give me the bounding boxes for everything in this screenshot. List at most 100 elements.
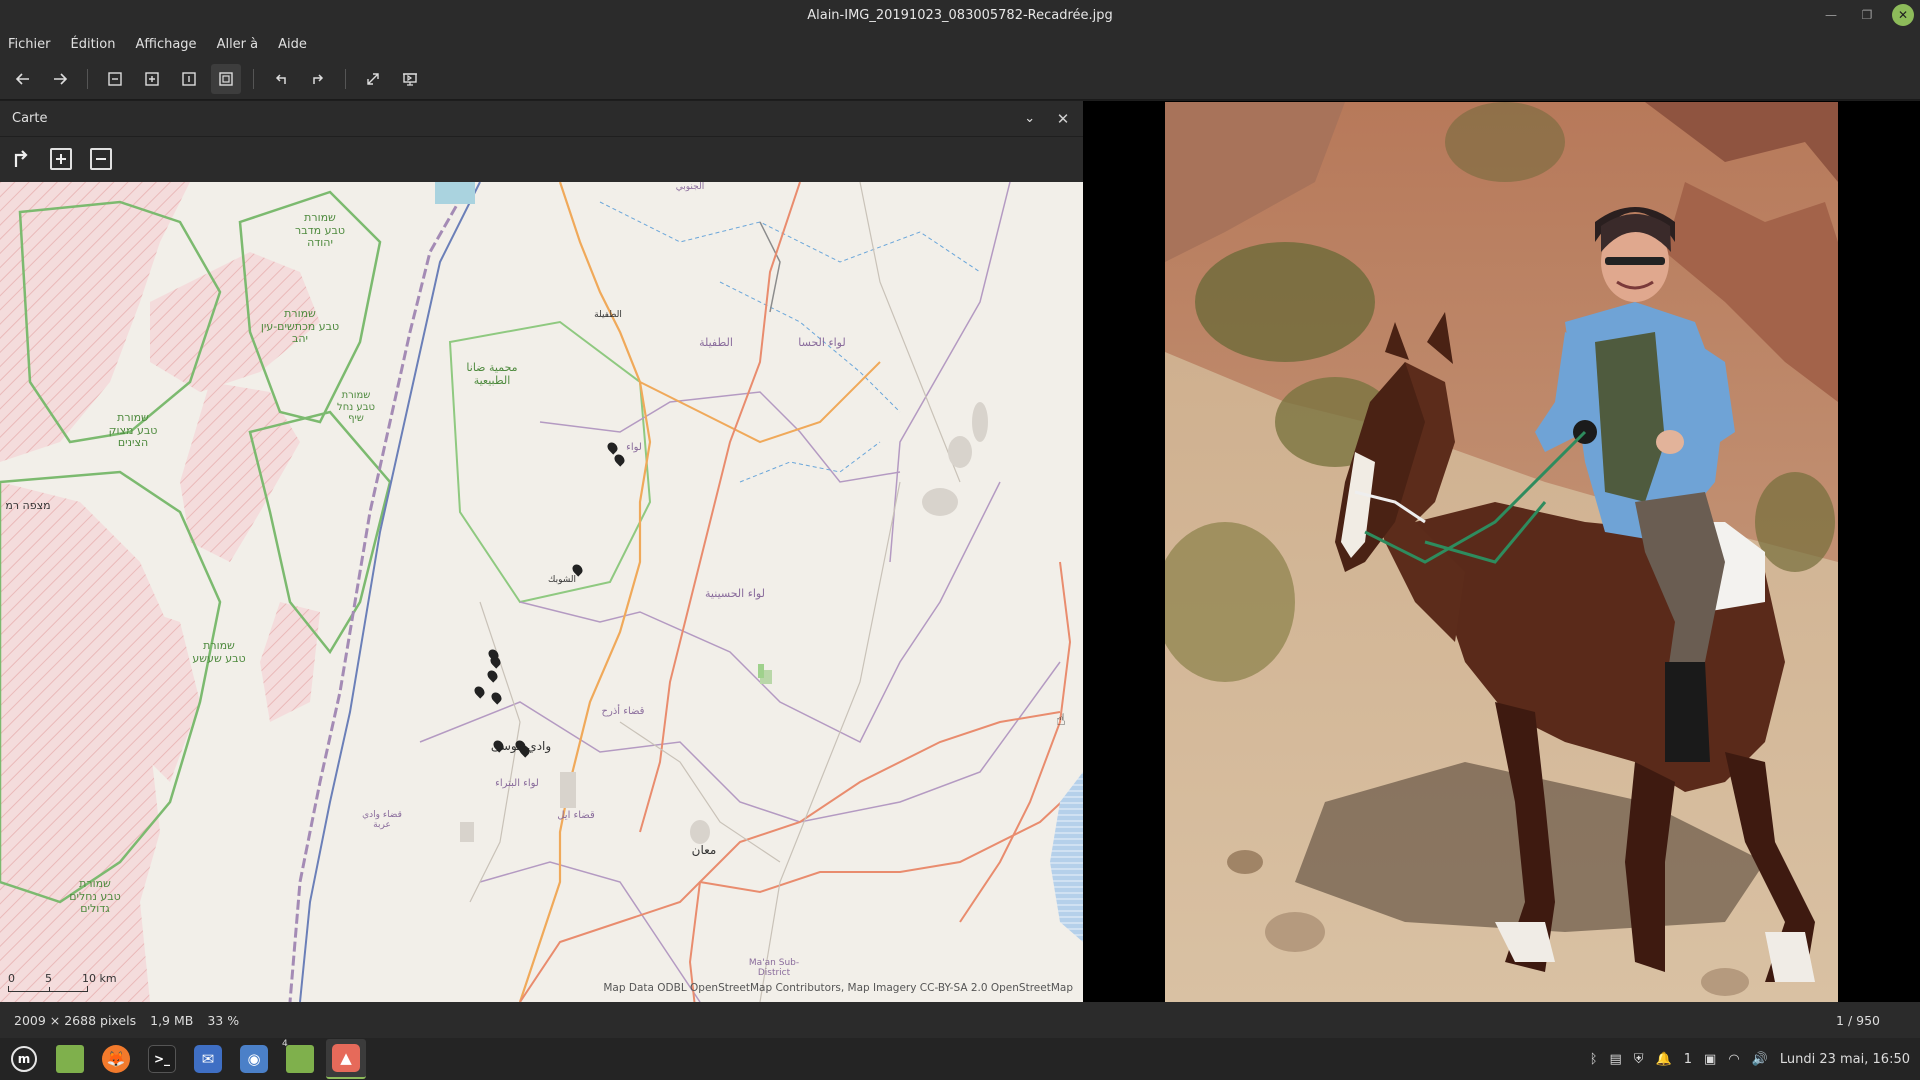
jump-arrow-icon xyxy=(14,150,28,167)
photo xyxy=(1165,102,1838,1002)
wifi-icon[interactable]: ◠ xyxy=(1728,1052,1739,1067)
notifications-icon[interactable]: 🔔 xyxy=(1656,1052,1672,1067)
map-label-ail: قضاء ايل xyxy=(557,810,595,821)
taskbar-files-window[interactable]: 4 xyxy=(280,1039,320,1079)
zoom-normal-icon xyxy=(182,71,196,86)
toolbar xyxy=(0,58,1920,100)
notification-count: 1 xyxy=(1683,1051,1693,1067)
menu-affichage[interactable]: Affichage xyxy=(135,37,196,52)
map-label-maan-sub: Ma'an Sub- District xyxy=(748,958,800,979)
map-background xyxy=(0,182,1083,1002)
menu-edition[interactable]: Édition xyxy=(71,37,116,52)
menu-bar: Fichier Édition Affichage Aller à Aide xyxy=(0,30,1920,58)
map-label-shobak: الشوبك xyxy=(547,575,576,585)
taskbar-firefox[interactable]: 🦊 xyxy=(96,1039,136,1079)
menu-fichier[interactable]: Fichier xyxy=(8,37,51,52)
zoom-out-icon xyxy=(108,71,122,86)
image-dimensions: 2009 × 2688 pixels xyxy=(14,1012,137,1028)
start-menu-button[interactable]: m xyxy=(4,1039,44,1079)
plus-icon xyxy=(56,154,66,164)
maximize-button[interactable]: ❐ xyxy=(1856,4,1878,26)
window-controls: — ❐ ✕ xyxy=(1820,4,1914,26)
map-zoom-in-button[interactable] xyxy=(50,148,72,170)
scale-zero: 0 xyxy=(8,972,15,985)
terminal-icon: >_ xyxy=(148,1045,176,1073)
minimize-button[interactable]: — xyxy=(1820,4,1842,26)
arrow-right-icon xyxy=(54,72,68,85)
image-viewer-icon: ▲ xyxy=(332,1044,360,1072)
map-label-hasa: لواء الحسا xyxy=(798,336,846,349)
map-attribution: Map Data ODBL OpenStreetMap Contributors… xyxy=(603,982,1073,994)
toolbar-separator xyxy=(87,68,88,89)
mint-logo-icon: m xyxy=(11,1046,37,1072)
folder-icon xyxy=(286,1045,314,1073)
panel-header: Carte ⌄ ✕ xyxy=(0,101,1083,137)
mail-icon: ✉ xyxy=(194,1045,222,1073)
zoom-in-button[interactable] xyxy=(137,64,167,94)
panel-selector[interactable]: Carte ⌄ xyxy=(8,105,1039,133)
window-title: Alain-IMG_20191023_083005782-Recadrée.jp… xyxy=(807,7,1113,23)
zoom-out-button[interactable] xyxy=(100,64,130,94)
map-scale: 0 5 10 km xyxy=(8,972,117,992)
map-label-midbar-yehuda: שמורת טבע מדבר יהודה xyxy=(295,211,345,250)
bluetooth-icon[interactable]: ᛒ xyxy=(1590,1052,1598,1067)
window-count-badge: 4 xyxy=(282,1039,288,1049)
menu-aller-a[interactable]: Aller à xyxy=(217,37,259,52)
map-label-dana: محمية ضانا الطبيعية xyxy=(466,361,518,387)
jump-to-location-button[interactable] xyxy=(10,148,32,170)
close-window-button[interactable]: ✕ xyxy=(1892,4,1914,26)
map-tools xyxy=(0,137,1083,181)
best-fit-button[interactable] xyxy=(211,63,241,94)
folder-icon xyxy=(56,1045,84,1073)
taskbar-camera[interactable]: ◉ xyxy=(234,1039,274,1079)
map-label-petra: لواء البتراء xyxy=(495,778,539,789)
taskbar-files[interactable] xyxy=(50,1039,90,1079)
map-zoom-out-button[interactable] xyxy=(90,148,112,170)
fullscreen-button[interactable] xyxy=(358,64,388,94)
map-label-nehalim: שמורת טבע נחלים גדולים xyxy=(69,877,121,916)
update-icon[interactable]: ▣ xyxy=(1704,1052,1716,1067)
system-tray: ᛒ ▤ ⛨ 🔔 1 ▣ ◠ 🔊 Lundi 23 mai, 16:50 xyxy=(1590,1038,1910,1080)
map-label-husseiniya: لواء الحسينية xyxy=(705,587,765,600)
map-label-maan: معان xyxy=(691,843,717,857)
shield-icon[interactable]: ⛨ xyxy=(1634,1052,1644,1067)
menu-aide[interactable]: Aide xyxy=(278,37,307,52)
panel-close-button[interactable]: ✕ xyxy=(1051,110,1075,128)
slideshow-button[interactable] xyxy=(395,64,425,94)
clock[interactable]: Lundi 23 mai, 16:50 xyxy=(1780,1052,1910,1067)
clipboard-icon[interactable]: ▤ xyxy=(1610,1052,1622,1067)
map-label-metzok: שמורת טבע מצוק הצינים xyxy=(108,411,158,450)
map-label-machtesh: שמורת טבע מכתשים-עין יהב xyxy=(260,307,340,346)
toolbar-separator xyxy=(345,68,346,89)
best-fit-icon xyxy=(219,71,233,86)
volume-icon[interactable]: 🔊 xyxy=(1752,1052,1768,1067)
taskbar: m 🦊 >_ ✉ ◉ 4 ▲ ᛒ ▤ ⛨ 🔔 1 ▣ ◠ 🔊 Lundi 23 … xyxy=(0,1038,1920,1080)
previous-image-button[interactable] xyxy=(8,64,38,94)
camera-icon: ◉ xyxy=(240,1045,268,1073)
map-label-nahal-shaif: שמורת טבע נחל שיף xyxy=(337,390,375,424)
photo-horse-rider xyxy=(1165,102,1838,1002)
toolbar-separator xyxy=(253,68,254,89)
map-label-tafila-district: الطفيلة xyxy=(699,336,733,349)
slideshow-icon xyxy=(403,72,417,86)
image-file-size: 1,9 MB xyxy=(150,1012,194,1028)
taskbar-terminal[interactable]: >_ xyxy=(142,1039,182,1079)
taskbar-image-viewer[interactable]: ▲ xyxy=(326,1039,366,1079)
next-image-button[interactable] xyxy=(45,64,75,94)
rotate-left-icon xyxy=(275,73,286,84)
scale-five: 5 xyxy=(45,972,52,985)
fullscreen-icon xyxy=(367,72,379,85)
zoom-normal-button[interactable] xyxy=(174,64,204,94)
map-label-liwa: لواء xyxy=(626,442,642,453)
image-viewer[interactable] xyxy=(1083,101,1920,1002)
taskbar-mail[interactable]: ✉ xyxy=(188,1039,228,1079)
map-label-shizaf: שמורת טבע שעשע xyxy=(192,639,246,665)
rotate-right-button[interactable] xyxy=(303,64,333,94)
map-label-mitzpe-ramon: מצפה רמ xyxy=(5,499,51,512)
arrow-left-icon xyxy=(15,72,29,85)
map-view[interactable]: שמורת טבע מדבר יהודה שמורת טבע מכתשים-עי… xyxy=(0,182,1083,1002)
map-label-adhruh: قضاء أذرح xyxy=(601,706,645,717)
rotate-left-button[interactable] xyxy=(266,64,296,94)
status-bar: 2009 × 2688 pixels 1,9 MB 33 % 1 / 950 xyxy=(0,1002,1920,1038)
scale-bar xyxy=(8,986,88,992)
